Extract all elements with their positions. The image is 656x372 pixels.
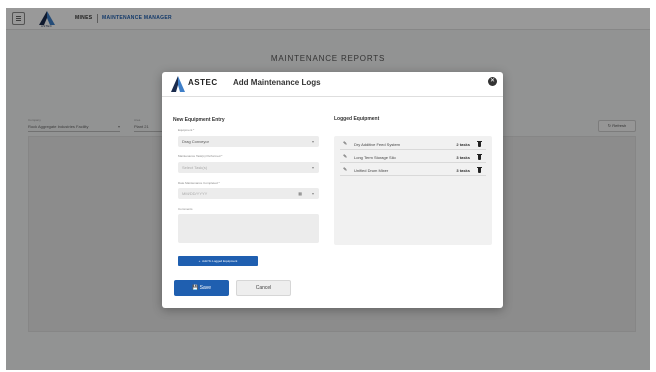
calendar-icon[interactable]: ▦ xyxy=(298,191,302,196)
comments-label: Comments xyxy=(178,207,193,211)
modal-brand: ASTEC xyxy=(188,78,218,87)
astec-logo-icon xyxy=(169,76,187,92)
equipment-select-value: Drag Conveyor xyxy=(182,139,209,144)
list-item: ✎ Unified Drum Mixer 3 tasks xyxy=(340,165,486,176)
list-item: ✎ Long Term Storage Silo 3 tasks xyxy=(340,152,486,163)
comments-textarea[interactable] xyxy=(178,214,319,243)
equipment-name: Long Term Storage Silo xyxy=(354,155,396,160)
pencil-icon[interactable]: ✎ xyxy=(343,154,347,160)
list-item: ✎ Dry Additive Feed System 2 tasks xyxy=(340,139,486,150)
date-field-placeholder: MM/DD/YYYY xyxy=(182,191,208,196)
task-count: 3 tasks xyxy=(456,168,470,173)
chevron-down-icon: ▾ xyxy=(311,165,314,170)
logged-equipment-list: ✎ Dry Additive Feed System 2 tasks ✎ Lon… xyxy=(334,136,492,245)
add-to-logged-equipment-button[interactable]: + Add To Logged Equipment xyxy=(178,256,258,266)
tasks-select[interactable]: Select Task(s) ▾ xyxy=(178,162,319,173)
modal-title: Add Maintenance Logs xyxy=(233,78,321,87)
pencil-icon[interactable]: ✎ xyxy=(343,167,347,173)
date-field[interactable]: MM/DD/YYYY ▦ ▾ xyxy=(178,188,319,199)
logged-equipment-title: Logged Equipment xyxy=(334,116,380,122)
trash-icon[interactable] xyxy=(477,167,482,173)
equipment-select[interactable]: Drag Conveyor ▾ xyxy=(178,136,319,147)
save-button[interactable]: 💾 Save xyxy=(174,280,229,296)
chevron-down-icon: ▾ xyxy=(311,191,314,196)
equipment-name: Dry Additive Feed System xyxy=(354,142,401,147)
save-button-label: Save xyxy=(199,285,212,291)
chevron-down-icon: ▾ xyxy=(311,139,314,144)
tasks-label: Maintenance Task(s) Performed * xyxy=(178,154,223,158)
cancel-button[interactable]: Cancel xyxy=(236,280,291,296)
add-button-label: Add To Logged Equipment xyxy=(202,259,238,263)
task-count: 3 tasks xyxy=(456,155,470,160)
close-icon[interactable]: ✕ xyxy=(488,77,497,86)
date-label: Date Maintenance Completed * xyxy=(178,181,220,185)
pencil-icon[interactable]: ✎ xyxy=(343,141,347,147)
tasks-select-placeholder: Select Task(s) xyxy=(182,165,208,170)
app-window: ASTEC MINES MAINTENANCE MANAGER MAINTENA… xyxy=(6,8,650,370)
plus-icon: + xyxy=(198,259,201,263)
trash-icon[interactable] xyxy=(477,141,482,147)
save-icon: 💾 xyxy=(191,285,199,291)
equipment-name: Unified Drum Mixer xyxy=(354,168,389,173)
modal-divider xyxy=(162,96,503,97)
task-count: 2 tasks xyxy=(456,142,470,147)
new-equipment-entry-title: New Equipment Entry xyxy=(173,117,225,123)
trash-icon[interactable] xyxy=(477,154,482,160)
equipment-label: Equipment * xyxy=(178,128,195,132)
add-maintenance-logs-dialog: ASTEC Add Maintenance Logs ✕ New Equipme… xyxy=(162,72,503,308)
